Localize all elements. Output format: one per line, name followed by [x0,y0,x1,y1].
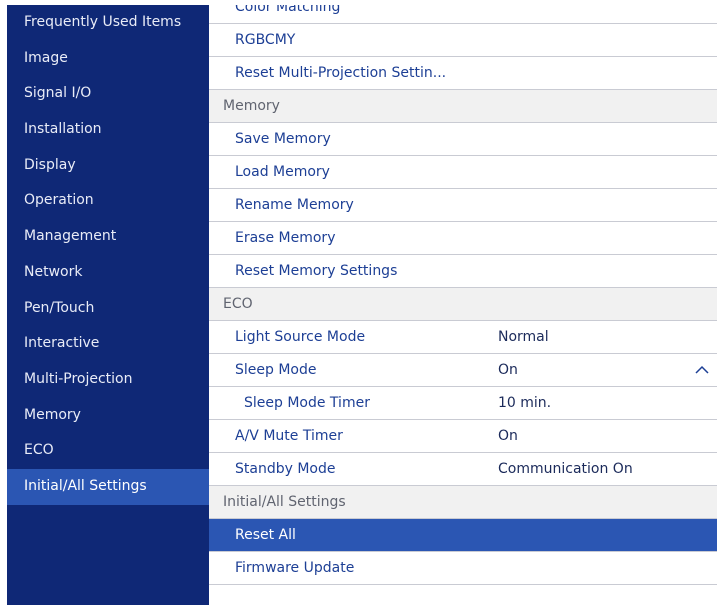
section-header-eco: ECO [209,288,717,321]
row-label: Erase Memory [235,230,336,246]
sidebar-item-signal-io[interactable]: Signal I/O [7,76,209,112]
row-label: Reset All [235,527,296,543]
row-value: On [498,362,518,378]
row-sleep-mode-timer[interactable]: Sleep Mode Timer 10 min. [209,387,717,420]
row-label: A/V Mute Timer [235,428,343,444]
row-value: On [498,428,518,444]
row-label: Rename Memory [235,197,354,213]
row-erase-memory[interactable]: Erase Memory [209,222,717,255]
sidebar-item-network[interactable]: Network [7,255,209,291]
section-label: Memory [223,98,280,114]
row-reset-all[interactable]: Reset All [209,519,717,552]
row-color-matching[interactable]: Color Matching [209,5,717,24]
row-label: Standby Mode [235,461,336,477]
row-label: Load Memory [235,164,330,180]
section-label: Initial/All Settings [223,494,346,510]
sidebar-item-management[interactable]: Management [7,219,209,255]
sidebar-item-multi-projection[interactable]: Multi-Projection [7,362,209,398]
sidebar-item-initial-all-settings[interactable]: Initial/All Settings [7,468,209,505]
settings-list: Color Matching RGBCMY Reset Multi-Projec… [209,5,717,585]
sidebar-item-display[interactable]: Display [7,148,209,184]
row-label: Light Source Mode [235,329,366,345]
row-value: Normal [498,329,549,345]
row-firmware-update[interactable]: Firmware Update [209,552,717,585]
chevron-up-icon[interactable] [695,363,709,377]
row-reset-memory-settings[interactable]: Reset Memory Settings [209,255,717,288]
row-rgbcmy[interactable]: RGBCMY [209,24,717,57]
sidebar-item-frequently-used-items[interactable]: Frequently Used Items [7,5,209,41]
row-label: Reset Multi-Projection Settin... [235,65,447,81]
row-label: Reset Memory Settings [235,263,398,279]
row-av-mute-timer[interactable]: A/V Mute Timer On [209,420,717,453]
row-value: Communication On [498,461,633,477]
row-rename-memory[interactable]: Rename Memory [209,189,717,222]
row-light-source-mode[interactable]: Light Source Mode Normal [209,321,717,354]
sidebar-item-image[interactable]: Image [7,41,209,77]
row-label: Sleep Mode [235,362,317,378]
sidebar-item-memory[interactable]: Memory [7,398,209,434]
sidebar-item-operation[interactable]: Operation [7,183,209,219]
row-save-memory[interactable]: Save Memory [209,123,717,156]
sidebar-menu: Frequently Used Items Image Signal I/O I… [7,5,209,605]
section-header-initial-all-settings: Initial/All Settings [209,486,717,519]
row-value: 10 min. [498,395,552,411]
settings-panel: Color Matching RGBCMY Reset Multi-Projec… [209,5,717,605]
section-label: ECO [223,296,253,312]
row-reset-multi-projection-settings[interactable]: Reset Multi-Projection Settin... [209,57,717,90]
sidebar-item-installation[interactable]: Installation [7,112,209,148]
row-standby-mode[interactable]: Standby Mode Communication On [209,453,717,486]
row-sleep-mode[interactable]: Sleep Mode On [209,354,717,387]
row-label: Firmware Update [235,560,355,576]
row-label: Save Memory [235,131,331,147]
row-label: Color Matching [235,5,341,15]
row-label: RGBCMY [235,32,296,48]
row-load-memory[interactable]: Load Memory [209,156,717,189]
sidebar-item-eco[interactable]: ECO [7,433,209,469]
sidebar-item-interactive[interactable]: Interactive [7,326,209,362]
row-label: Sleep Mode Timer [244,395,370,411]
sidebar-item-pen-touch[interactable]: Pen/Touch [7,291,209,327]
section-header-memory: Memory [209,90,717,123]
